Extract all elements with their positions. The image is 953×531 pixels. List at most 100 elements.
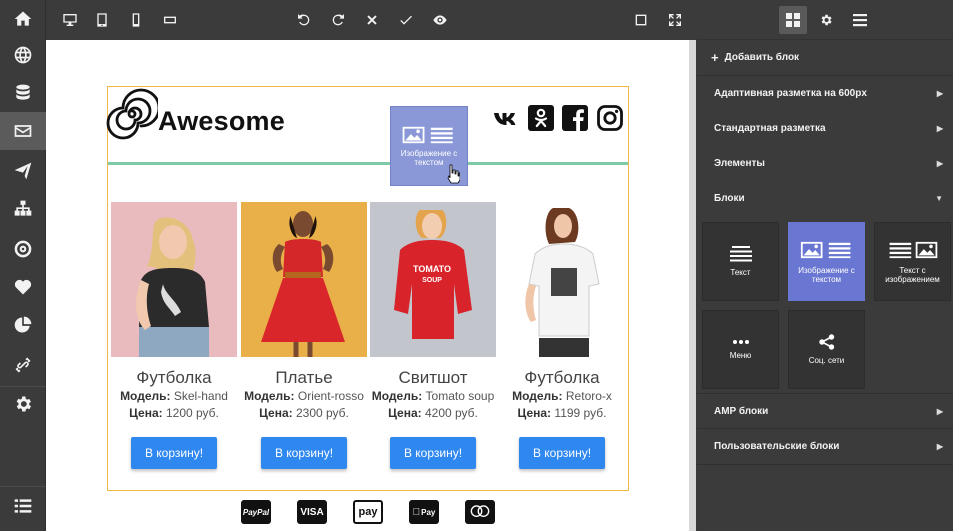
block-text-image[interactable]: Текст с изображением [874,222,951,301]
apple-pay-icon: Pay [409,500,439,524]
menu-icon[interactable] [846,6,874,34]
svg-text:TOMATO: TOMATO [413,264,451,274]
section-label: Адаптивная разметка на 600px [714,88,867,99]
canvas-scrollbar[interactable] [689,40,696,531]
paper-plane-icon[interactable] [0,152,46,190]
sitemap-icon[interactable] [0,190,46,228]
paypal-icon: PayPal [241,500,271,524]
product-price: Цена: 1200 руб. [129,406,219,420]
product-image[interactable]: TOMATO SOUP [370,202,496,357]
product-name: Свитшот [398,368,468,387]
square-icon[interactable] [631,10,651,30]
section-blocks[interactable]: Блоки ▼ [697,181,953,217]
section-standard-layout[interactable]: Стандартная разметка ▶ [697,111,953,147]
divider-line [108,162,628,165]
add-to-cart-button[interactable]: В корзину! [390,437,476,469]
fullscreen-icon[interactable] [665,10,685,30]
facebook-icon[interactable] [560,104,590,132]
product-model: Модель: Orient-rosso [244,389,364,403]
hand-cursor-icon [447,164,460,184]
gear-icon[interactable] [0,385,46,423]
add-block-label: Добавить блок [724,52,800,63]
product-card: Футболка Модель: Retoro-x Цена: 1199 руб… [499,202,625,469]
block-label: Текст с изображением [885,265,940,284]
product-card: TOMATO SOUP Свитшот Модель: Tomato soup … [370,202,496,469]
product-price: Цена: 1199 руб. [517,406,607,420]
section-label: Пользовательские блоки [714,441,840,452]
target-icon[interactable] [0,230,46,268]
block-label: Меню [729,351,752,360]
preview-eye-icon[interactable] [430,10,450,30]
product-model: Модель: Skel-hand [120,389,228,403]
right-panel: + Добавить блок Адаптивная разметка на 6… [697,0,953,531]
block-social[interactable]: Соц. сети [788,310,865,389]
desktop-icon[interactable] [60,10,80,30]
image-text-icon [800,241,850,258]
section-label: Стандартная разметка [714,123,826,134]
redo-icon[interactable] [328,10,348,30]
link-icon[interactable] [0,346,46,384]
section-custom-blocks[interactable]: Пользовательские блоки ▶ [697,429,953,465]
home-icon[interactable] [0,0,46,38]
mail-icon[interactable] [0,112,46,150]
amazon-pay-icon: pay [353,500,383,524]
share-icon [818,334,834,350]
mobile-landscape-icon[interactable] [160,10,180,30]
block-text[interactable]: Текст [702,222,779,301]
save-check-icon[interactable] [396,10,416,30]
vk-icon[interactable] [491,104,521,132]
heart-icon[interactable] [0,268,46,306]
top-toolbar [46,0,696,40]
blocks-grid-icon[interactable] [779,6,807,34]
undo-icon[interactable] [294,10,314,30]
clear-icon[interactable] [362,10,382,30]
chevron-right-icon: ▶ [936,407,943,416]
product-image[interactable] [499,202,625,357]
image-text-icon [402,126,453,144]
chevron-down-icon: ▼ [935,194,943,203]
block-image-text[interactable]: Изображение с текстом [788,222,865,301]
add-block-button[interactable]: + Добавить блок [697,40,953,76]
instagram-icon[interactable] [595,104,625,132]
spiral-logo-icon [106,88,158,140]
section-label: Элементы [714,158,765,169]
section-amp-blocks[interactable]: AMP блоки ▶ [697,393,953,429]
tablet-icon[interactable] [92,10,112,30]
section-adaptive-layout[interactable]: Адаптивная разметка на 600px ▶ [697,76,953,112]
section-label: Блоки [714,193,745,204]
product-name: Футболка [136,368,212,387]
chevron-right-icon: ▶ [936,442,943,451]
panel-tabs [697,0,953,40]
product-model: Модель: Retoro-x [512,389,612,403]
section-elements[interactable]: Элементы ▶ [697,146,953,182]
product-image[interactable] [241,202,367,357]
add-to-cart-button[interactable]: В корзину! [131,437,217,469]
logo-text: Awesome [158,106,285,136]
product-price: Цена: 4200 руб. [388,406,478,420]
odnoklassniki-icon[interactable] [526,104,556,132]
section-label: AMP блоки [714,405,769,417]
chevron-right-icon: ▶ [936,124,943,133]
mastercard-icon [465,500,495,524]
product-name: Футболка [524,368,600,387]
email-canvas: Awesome Футболка Модель: Skel-hand Цена:… [46,40,689,531]
product-card: Платье Модель: Orient-rosso Цена: 2300 р… [241,202,367,469]
globe-icon[interactable] [0,36,46,74]
plus-icon: + [711,50,719,65]
panel-empty-area [697,466,953,531]
product-name: Платье [275,368,333,387]
chevron-right-icon: ▶ [936,159,943,168]
product-image[interactable] [111,202,237,357]
add-to-cart-button[interactable]: В корзину! [261,437,347,469]
text-image-icon [889,241,937,258]
settings-gear-icon[interactable] [812,6,840,34]
block-label: Изображение с текстом [798,265,855,284]
mobile-icon[interactable] [126,10,146,30]
text-lines-icon [729,246,752,262]
list-icon[interactable] [0,486,46,524]
block-menu[interactable]: Меню [702,310,779,389]
add-to-cart-button[interactable]: В корзину! [519,437,605,469]
database-icon[interactable] [0,74,46,112]
visa-icon: VISA [297,500,327,524]
pie-chart-icon[interactable] [0,306,46,344]
